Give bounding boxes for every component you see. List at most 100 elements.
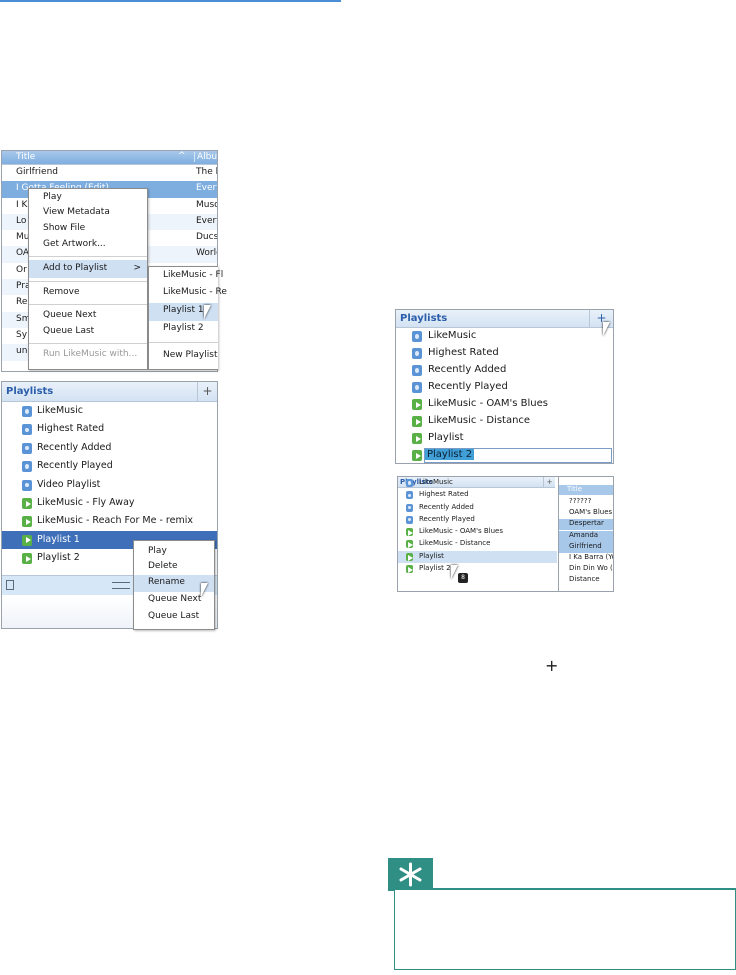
track-row[interactable]: I Ka Barra (Yo <box>559 553 613 564</box>
playlist-item[interactable]: Playlist <box>398 550 557 564</box>
smart-playlist-icon <box>406 503 413 512</box>
playlist-item[interactable]: LikeMusic <box>2 402 217 420</box>
smart-playlist-icon <box>406 491 413 500</box>
playlist-item[interactable]: Recently Added <box>396 362 613 379</box>
column-title[interactable]: Title <box>16 152 35 162</box>
submenu-new-playlist[interactable]: New Playlist <box>149 346 218 366</box>
playlist-item[interactable]: Recently Added <box>2 439 217 457</box>
smart-playlist-icon <box>22 479 32 491</box>
track-row[interactable]: ?????? <box>559 497 613 508</box>
playlist-item[interactable]: Recently Played <box>398 514 557 526</box>
playlist-item-label: Video Playlist <box>37 478 101 490</box>
smart-playlist-icon <box>412 365 422 376</box>
playlist-item[interactable]: LikeMusic - Reach For Me - remix <box>2 512 217 530</box>
playlist-item[interactable]: LikeMusic - OAM's Blues <box>398 526 557 538</box>
playlist-icon <box>412 399 422 410</box>
document-icon <box>6 580 14 590</box>
mouse-pointer-icon <box>603 322 617 336</box>
mouse-pointer-icon <box>201 583 215 597</box>
smart-playlist-icon <box>406 515 413 524</box>
menu-separator <box>29 256 147 257</box>
submenu-item-playlist-2[interactable]: Playlist 2 <box>149 321 218 339</box>
track-row[interactable]: Girlfriend The b <box>2 165 217 182</box>
menu-separator <box>29 343 147 344</box>
menu-play[interactable]: Play <box>29 189 147 205</box>
playlist-item[interactable]: Recently Played <box>396 379 613 396</box>
menu-show-file[interactable]: Show File <box>29 221 147 237</box>
mouse-pointer-icon <box>451 565 465 579</box>
list-view-icon[interactable] <box>112 582 130 589</box>
menu-run-with[interactable]: Run LikeMusic with... <box>29 347 147 361</box>
playlist-name-input[interactable]: Playlist 2 <box>424 448 612 463</box>
menu-separator <box>149 342 218 343</box>
track-album-cell: Muso <box>196 199 218 210</box>
playlist-item[interactable]: LikeMusic - Distance <box>396 413 613 430</box>
playlist-item-label: LikeMusic - OAM's Blues <box>419 527 503 536</box>
menu-queue-next[interactable]: Queue Next <box>29 308 147 324</box>
playlist-menu-play[interactable]: Play <box>134 541 214 559</box>
playlist-item[interactable]: LikeMusic - Fly Away <box>2 494 217 512</box>
track-album-cell: World <box>196 248 217 259</box>
smart-playlist-icon <box>22 406 32 417</box>
add-playlist-button[interactable]: + <box>197 382 217 401</box>
track-column-header[interactable]: Title <box>559 485 613 495</box>
playlist-item-label: Playlist 2 <box>419 564 451 573</box>
playlist-icon <box>406 540 414 549</box>
track-row[interactable]: Girlfriend <box>559 541 613 553</box>
sort-arrow-icon: ^ <box>178 151 186 161</box>
playlist-item[interactable]: Highest Rated <box>398 489 557 501</box>
playlists-header: Playlists + <box>2 382 217 402</box>
menu-add-to-playlist[interactable]: Add to Playlist > <box>29 260 147 278</box>
menu-separator <box>29 281 147 282</box>
playlist-item-label: LikeMusic <box>419 478 453 486</box>
drag-panel: Playlists + LikeMusic Highest Rated Recent… <box>397 476 614 592</box>
menu-get-artwork[interactable]: Get Artwork... <box>29 237 147 253</box>
smart-playlist-icon <box>406 479 413 487</box>
playlist-item[interactable]: Recently Added <box>398 502 557 514</box>
playlist-item[interactable]: Highest Rated <box>396 345 613 362</box>
new-playlist-edit-row: Playlist 2 <box>396 447 613 463</box>
playlist-item-label: Recently Played <box>419 514 475 523</box>
smart-playlist-icon <box>412 382 422 393</box>
track-row[interactable]: Amanda <box>559 530 613 542</box>
playlist-item[interactable]: LikeMusic - OAM's Blues <box>396 396 613 413</box>
track-row[interactable]: Distance <box>559 575 613 586</box>
track-row[interactable]: OAM's Blues <box>559 508 613 519</box>
track-title-cell: Or <box>16 264 27 275</box>
menu-remove[interactable]: Remove <box>29 285 147 301</box>
playlist-item-label: LikeMusic <box>428 330 477 341</box>
submenu-item-2[interactable]: LikeMusic - Re <box>149 285 227 303</box>
playlist-icon <box>22 516 32 528</box>
playlist-item[interactable]: LikeMusic <box>398 477 557 489</box>
new-playlist-panel: Playlists + LikeMusic Highest Rated Recent… <box>395 309 614 464</box>
playlist-item-label: Highest Rated <box>37 423 105 435</box>
playlist-item[interactable]: LikeMusic - Distance <box>398 538 557 550</box>
track-row[interactable]: Despertar <box>559 519 613 531</box>
menu-view-metadata[interactable]: View Metadata <box>29 205 147 221</box>
playlist-item-label: Highest Rated <box>419 490 469 499</box>
playlist-item[interactable]: Recently Played <box>2 457 217 475</box>
playlist-item-label: Playlist <box>428 432 464 443</box>
playlist-icon <box>406 552 414 561</box>
playlist-item[interactable]: Highest Rated <box>2 420 217 438</box>
playlist-menu-queue-last[interactable]: Queue Last <box>134 609 214 626</box>
playlist-item[interactable]: Playlist 2 <box>398 563 557 575</box>
track-row[interactable]: Din Din Wo ( <box>559 564 613 575</box>
menu-queue-last[interactable]: Queue Last <box>29 324 147 340</box>
submenu-item-1[interactable]: LikeMusic - Fl <box>149 267 223 285</box>
playlist-item[interactable]: Playlist <box>396 430 613 447</box>
track-list-header: Title ^ Album <box>2 151 217 165</box>
playlist-item[interactable]: Video Playlist <box>2 476 217 494</box>
new-playlist-header: Playlists + <box>396 310 613 328</box>
track-album-cell: Ducs <box>196 232 218 243</box>
playlist-item-label: LikeMusic <box>37 405 83 416</box>
track-album-cell: Every <box>196 215 217 226</box>
column-album[interactable]: Album <box>194 152 217 162</box>
playlist-icon <box>412 416 422 427</box>
playlist-item-label: LikeMusic - Distance <box>428 415 531 426</box>
playlist-menu-delete[interactable]: Delete <box>134 559 214 575</box>
playlist-item[interactable]: LikeMusic <box>396 328 613 345</box>
playlist-item-label: Recently Played <box>37 460 113 472</box>
playlist-item-label: Recently Added <box>419 502 474 511</box>
playlists-title: Playlists <box>6 386 54 397</box>
